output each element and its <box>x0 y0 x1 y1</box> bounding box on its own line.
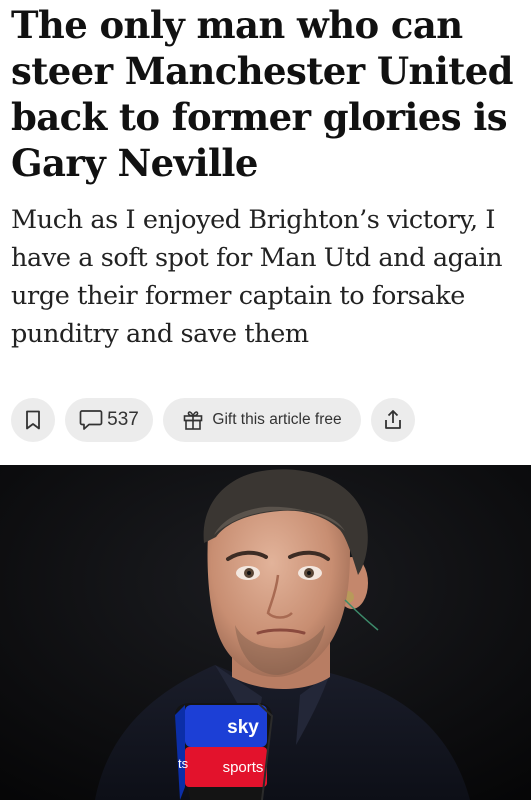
comment-count: 537 <box>107 409 139 430</box>
article-standfirst: Much as I enjoyed Brighton’s victory, I … <box>11 205 503 349</box>
article-headline: The only man who can steer Manchester Un… <box>11 3 514 185</box>
mic-logo-side: ts <box>178 756 189 771</box>
share-icon <box>385 410 401 429</box>
bookmark-icon <box>26 410 40 430</box>
gift-article-label: Gift this article free <box>212 411 342 428</box>
gift-article-button[interactable]: Gift this article free <box>163 398 361 442</box>
comment-icon <box>79 410 103 430</box>
pundit-portrait-image: sky sports ts <box>0 465 531 800</box>
comments-button[interactable]: 537 <box>65 398 153 442</box>
mic-logo-sky: sky <box>227 717 259 738</box>
article-action-bar: 537 Gift this article free <box>11 398 415 442</box>
sky-sports-microphone: sky sports ts <box>175 702 274 800</box>
gift-icon <box>184 411 203 430</box>
mic-logo-sports: sports <box>223 759 264 776</box>
article-hero-photo: sky sports ts <box>0 465 531 800</box>
share-button[interactable] <box>371 398 415 442</box>
bookmark-button[interactable] <box>11 398 55 442</box>
